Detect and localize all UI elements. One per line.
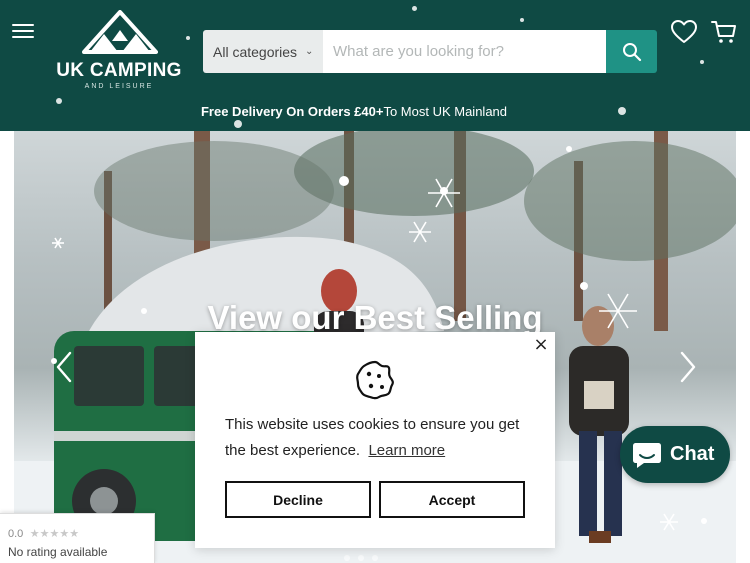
chevron-down-icon: ⌄	[305, 46, 314, 57]
slider-dot[interactable]	[344, 555, 350, 561]
rating-summary: 0.0 ★★★★★	[8, 524, 154, 542]
cookie-message: This website uses cookies to ensure you …	[225, 412, 535, 464]
learn-more-link[interactable]: Learn more	[368, 442, 445, 459]
star-rating-icon: ★★★★★	[29, 528, 80, 540]
cookie-close-button[interactable]: ×	[533, 336, 549, 354]
logo-name: UK CAMPING	[56, 60, 182, 81]
snowflake	[234, 120, 242, 128]
search-bar: All categories ⌄	[203, 30, 657, 73]
slider-dot[interactable]	[372, 555, 378, 561]
hamburger-icon	[12, 24, 34, 26]
search-input[interactable]	[323, 30, 606, 73]
cart-icon	[711, 21, 736, 43]
chat-button[interactable]: Chat	[620, 426, 730, 483]
chevron-right-icon	[680, 351, 696, 383]
rating-score: 0.0	[8, 528, 24, 540]
logo-tagline: AND LEISURE	[84, 83, 154, 90]
logo-mountains-icon	[82, 10, 158, 54]
slider-prev-button[interactable]	[52, 349, 78, 385]
site-logo[interactable]: UK CAMPING AND LEISURE	[52, 10, 186, 94]
cookie-icon	[356, 360, 394, 400]
promo-bold: Free Delivery On Orders £40+	[200, 104, 384, 119]
chat-bubble-icon	[633, 442, 661, 468]
promo-text: To Most UK Mainland	[383, 104, 508, 119]
chat-label: Chat	[670, 443, 715, 465]
menu-button[interactable]	[12, 22, 36, 40]
accept-button[interactable]: Accept	[379, 481, 525, 518]
search-icon	[622, 42, 641, 61]
snowflake	[700, 60, 704, 64]
category-select-value: All categories	[213, 43, 298, 60]
search-button[interactable]	[606, 30, 657, 73]
rating-badge[interactable]: 0.0 ★★★★★ No rating available	[0, 513, 155, 563]
cookie-banner: × This website uses cookies to ensure yo…	[195, 332, 555, 548]
chevron-left-icon	[56, 351, 72, 383]
slider-dots	[344, 555, 378, 561]
hamburger-icon-bar	[12, 36, 34, 38]
heart-icon	[671, 20, 697, 43]
wishlist-button[interactable]	[671, 20, 697, 44]
hamburger-icon-bar	[12, 30, 34, 32]
rating-text: No rating available	[8, 545, 108, 559]
site-header: UK CAMPING AND LEISURE All categories ⌄ …	[0, 0, 750, 131]
slider-dot[interactable]	[358, 555, 364, 561]
snowflake	[412, 6, 417, 11]
promo-banner: Free Delivery On Orders £40+To Most UK M…	[0, 104, 708, 119]
decline-button[interactable]: Decline	[225, 481, 371, 518]
snowflake	[186, 36, 190, 40]
slider-next-button[interactable]	[674, 349, 700, 385]
category-select[interactable]: All categories ⌄	[203, 30, 323, 73]
cart-button[interactable]	[711, 19, 737, 45]
snowflake	[520, 18, 524, 22]
